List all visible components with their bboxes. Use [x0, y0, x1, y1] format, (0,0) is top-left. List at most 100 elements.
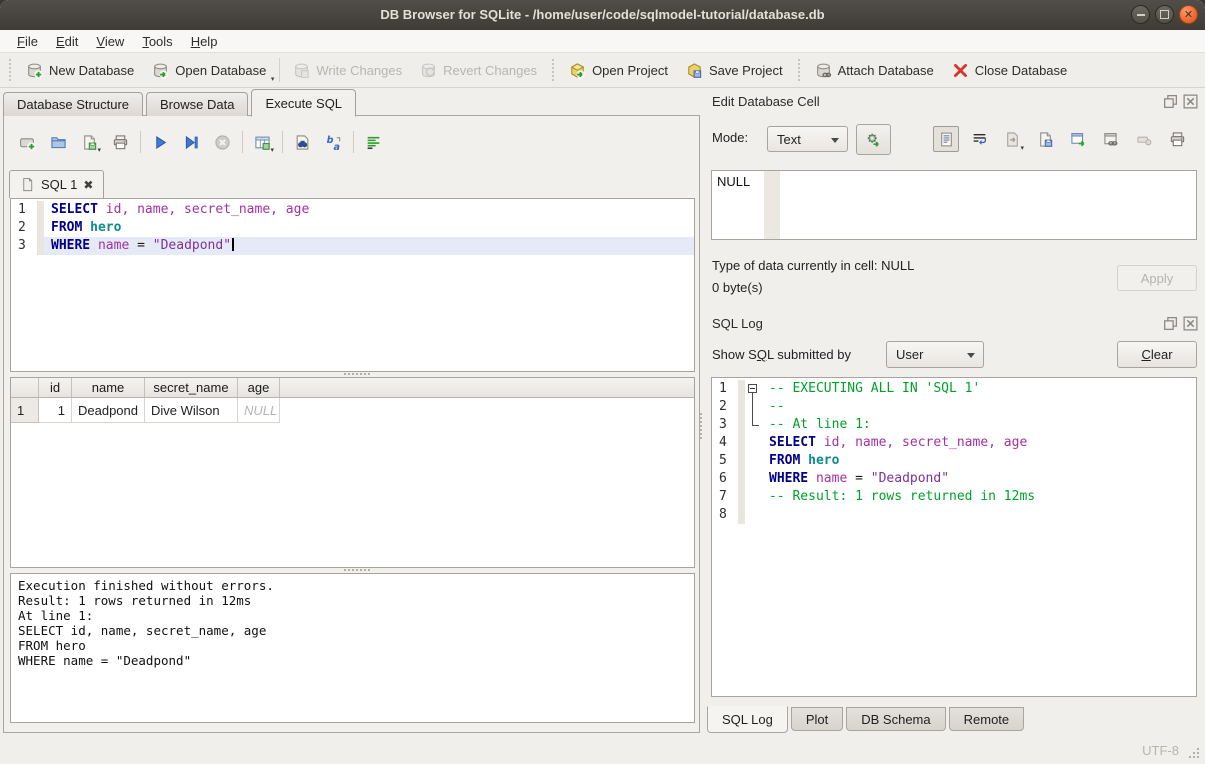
- cell-name[interactable]: Deadpond: [72, 398, 145, 423]
- find-replace-icon: ba: [325, 134, 342, 151]
- export-results-icon: [254, 134, 271, 151]
- line-number: 6: [712, 470, 738, 488]
- open-database-button[interactable]: Open Database▾: [143, 58, 275, 83]
- fold-margin: [745, 452, 762, 470]
- execute-sql-panel: ▾ ▾ ba SQL 1 ✖ 1SELECT id, name, secret_na…: [3, 115, 700, 733]
- minimize-button[interactable]: [1131, 5, 1150, 24]
- menubar: FileEditViewToolsHelp: [0, 30, 1205, 53]
- dropdown-arrow-icon[interactable]: ▾: [97, 146, 101, 154]
- fold-margin: [745, 380, 762, 398]
- column-header-id[interactable]: id: [39, 378, 72, 397]
- toolbar-handle[interactable]: [798, 59, 800, 81]
- save-project-icon: [686, 62, 703, 79]
- open-in-external-button[interactable]: [1065, 126, 1091, 152]
- float-dock-icon[interactable]: [1162, 93, 1179, 110]
- editor-margin: [37, 201, 44, 219]
- results-table: idnamesecret_nameage 11DeadpondDive Wils…: [10, 377, 695, 568]
- line-number: 2: [712, 398, 738, 416]
- code-line-3: 3WHERE name = "Deadpond": [11, 237, 694, 255]
- new-sql-tab-icon: [19, 134, 36, 151]
- open-sql-file-button[interactable]: [45, 130, 71, 154]
- code-text: FROM hero: [44, 219, 694, 237]
- sql-tab-close-icon[interactable]: ✖: [83, 178, 93, 192]
- open-sql-file-icon: [50, 134, 67, 151]
- code-text: WHERE name = "Deadpond": [762, 470, 1196, 488]
- splitter-handle[interactable]: [344, 569, 370, 571]
- toolbar-handle[interactable]: [552, 59, 554, 81]
- maximize-button[interactable]: [1155, 5, 1174, 24]
- window-controls: ✕: [1131, 5, 1198, 24]
- code-line-2: 2--: [712, 398, 1196, 416]
- code-line-4: 4SELECT id, name, secret_name, age: [712, 434, 1196, 452]
- row-header[interactable]: 1: [11, 398, 39, 423]
- resize-grip[interactable]: [1197, 756, 1199, 758]
- apply-format-button[interactable]: [856, 124, 891, 155]
- cell-age[interactable]: NULL: [238, 398, 280, 423]
- clear-button[interactable]: Clear: [1117, 341, 1197, 368]
- print-sql-button[interactable]: [107, 130, 133, 154]
- dock-tab-db-schema[interactable]: DB Schema: [846, 707, 945, 731]
- dock-tab-plot[interactable]: Plot: [791, 707, 843, 731]
- print-cell-button[interactable]: [1164, 126, 1190, 152]
- dock-splitter-handle[interactable]: [700, 413, 702, 439]
- code-text: -- EXECUTING ALL IN 'SQL 1': [762, 380, 1196, 398]
- mode-combobox[interactable]: Text: [767, 126, 848, 152]
- editor-margin: [738, 398, 745, 416]
- text-format-button[interactable]: [933, 126, 959, 152]
- window-title: DB Browser for SQLite - /home/user/code/…: [0, 0, 1205, 30]
- sql-log-editor: 1-- EXECUTING ALL IN 'SQL 1'2--3-- At li…: [711, 377, 1197, 697]
- execute-all-button[interactable]: [147, 130, 173, 154]
- fold-margin: [745, 488, 762, 506]
- statusbar: UTF-8: [0, 735, 1205, 764]
- dock-tab-sql-log[interactable]: SQL Log: [707, 706, 788, 733]
- close-dock-icon[interactable]: [1182, 93, 1199, 110]
- filter-combobox[interactable]: User: [886, 341, 984, 368]
- editor-margin: [37, 237, 44, 255]
- dropdown-arrow-icon[interactable]: ▾: [271, 75, 275, 83]
- menu-view[interactable]: View: [87, 32, 133, 51]
- menu-file[interactable]: File: [8, 32, 47, 51]
- word-wrap-button[interactable]: [966, 126, 992, 152]
- column-header-secret-name[interactable]: secret_name: [145, 378, 238, 397]
- sql-tab[interactable]: SQL 1 ✖: [9, 170, 104, 198]
- fold-marker-icon[interactable]: [748, 384, 757, 393]
- new-database-button[interactable]: New Database: [17, 58, 143, 83]
- column-header-age[interactable]: age: [238, 378, 280, 397]
- open-project-icon: [569, 62, 586, 79]
- close-dock-icon[interactable]: [1182, 315, 1199, 332]
- titlebar[interactable]: DB Browser for SQLite - /home/user/code/…: [0, 0, 1205, 30]
- menu-edit[interactable]: Edit: [47, 32, 87, 51]
- new-sql-tab-button[interactable]: [14, 130, 40, 154]
- export-to-file-button[interactable]: [1032, 126, 1058, 152]
- menu-tools[interactable]: Tools: [133, 32, 181, 51]
- format-sql-button[interactable]: [360, 130, 386, 154]
- export-results-button[interactable]: ▾: [249, 130, 275, 154]
- tab-database-structure[interactable]: Database Structure: [3, 92, 143, 116]
- svg-text:a: a: [333, 141, 339, 150]
- dropdown-arrow-icon[interactable]: ▾: [270, 146, 274, 154]
- dock-tab-remote[interactable]: Remote: [949, 707, 1025, 731]
- toolbar-handle[interactable]: [9, 59, 11, 81]
- copy-link-button[interactable]: [1098, 126, 1124, 152]
- menu-help[interactable]: Help: [182, 32, 227, 51]
- splitter-handle[interactable]: [344, 373, 370, 375]
- column-header-name[interactable]: name: [72, 378, 145, 397]
- sql-editor[interactable]: 1SELECT id, name, secret_name, age2FROM …: [10, 198, 695, 372]
- float-dock-icon[interactable]: [1162, 315, 1179, 332]
- line-number: 8: [712, 506, 738, 524]
- save-project-button[interactable]: Save Project: [677, 58, 792, 83]
- attach-database-button[interactable]: Attach Database: [806, 58, 943, 83]
- cell-secret-name[interactable]: Dive Wilson: [145, 398, 238, 423]
- tab-browse-data[interactable]: Browse Data: [146, 92, 248, 116]
- save-sql-file-button[interactable]: ▾: [76, 130, 102, 154]
- write-changes-icon: [293, 62, 310, 79]
- open-project-button[interactable]: Open Project: [560, 58, 677, 83]
- cell-id[interactable]: 1: [39, 398, 72, 423]
- cell-value-editor[interactable]: NULL: [711, 170, 1197, 240]
- execute-current-line-button[interactable]: [178, 130, 204, 154]
- find-replace-button[interactable]: ba: [320, 130, 346, 154]
- find-button[interactable]: [289, 130, 315, 154]
- close-button[interactable]: ✕: [1179, 5, 1198, 24]
- close-database-button[interactable]: Close Database: [943, 58, 1077, 83]
- tab-execute-sql[interactable]: Execute SQL: [251, 89, 356, 117]
